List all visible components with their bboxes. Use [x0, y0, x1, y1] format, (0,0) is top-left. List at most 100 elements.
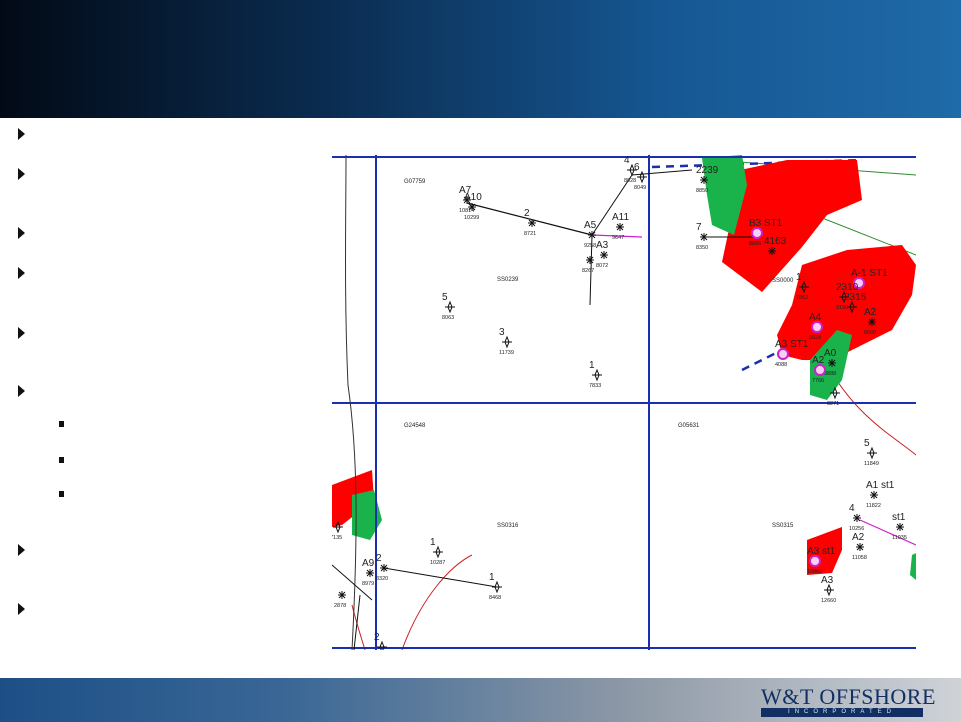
well-w_a9: 8267 — [582, 256, 594, 274]
well-path-7 — [353, 594, 361, 650]
bullet-1 — [18, 128, 25, 140]
block-label-b1: G07759 — [404, 179, 426, 185]
well-depth: 10299 — [464, 215, 479, 221]
well-name: 6 — [634, 162, 640, 173]
well-name: A11 — [612, 212, 629, 223]
well-path-6 — [383, 567, 498, 588]
well-diamond-icon — [445, 300, 455, 314]
well-w_a3: A3 8072 — [596, 240, 609, 269]
lease-map: G07759 SS0239 G24548 G05631 SS0316 SS0315 SS00… — [332, 155, 916, 650]
block-label-b7: SS0000 — [772, 278, 794, 284]
bullet-7 — [18, 544, 25, 556]
well-name: A-1 ST1 — [851, 268, 888, 279]
well-depth: 7833 — [589, 383, 601, 389]
well-w_1c: 1 10287 — [430, 537, 445, 566]
well-name: A9 — [362, 558, 375, 569]
well-name: 2 — [524, 208, 530, 219]
well-depth: 7766 — [812, 378, 824, 384]
well-name: A3 — [596, 240, 609, 251]
lease-green-4 — [910, 553, 916, 580]
well-depth: 8072 — [596, 263, 608, 269]
well-depth: 8721 — [524, 231, 536, 237]
well-star-icon — [528, 219, 536, 227]
well-diamond-icon — [492, 580, 502, 594]
well-name: 5 — [442, 292, 448, 303]
well-name: 3 — [499, 327, 505, 338]
well-name: A0 — [824, 348, 837, 359]
title-banner — [0, 0, 961, 118]
well-name: 2315 — [844, 292, 867, 303]
block-label-b6: SS0315 — [772, 523, 794, 529]
well-star-icon — [868, 318, 876, 326]
well-circle-icon — [809, 555, 821, 567]
well-w_2b: 2 8320 — [376, 553, 388, 582]
well-name: 2239 — [696, 165, 719, 176]
well-star-icon — [870, 491, 878, 499]
well-depth: 8049 — [634, 185, 646, 191]
well-w_3: 3 11739 — [499, 327, 514, 356]
well-name: B3 ST1 — [749, 218, 783, 229]
well-star-icon — [338, 591, 346, 599]
well-depth: 7135 — [332, 535, 342, 541]
well-name: A1 st1 — [866, 480, 895, 491]
well-depth: 11739 — [499, 350, 514, 356]
bullet-4 — [18, 267, 25, 279]
well-circle-icon — [777, 348, 789, 360]
well-name: A2 — [864, 307, 877, 318]
well-name: A2 — [852, 532, 865, 543]
bullet-3 — [18, 227, 25, 239]
well-depth: 11035 — [892, 535, 907, 541]
sub-bullet-2 — [59, 457, 64, 463]
well-depth: 8320 — [376, 576, 388, 582]
well-depth: 9258 — [584, 243, 596, 249]
well-w_1d: 1 8468 — [489, 572, 502, 601]
well-star-icon — [588, 231, 596, 239]
well-name: A3 st1 — [807, 546, 836, 557]
well-depth: 8979 — [362, 581, 374, 587]
well-depth: 8350 — [696, 245, 708, 251]
well-star-icon — [586, 256, 594, 264]
well-w_2878: 2878 — [334, 591, 346, 609]
bullet-6 — [18, 385, 25, 397]
well-depth: 4088 — [775, 362, 787, 368]
well-circle-icon — [811, 321, 823, 333]
well-star-icon — [366, 569, 374, 577]
well-depth: 9647 — [612, 235, 624, 241]
well-depth: 9150 — [836, 305, 848, 311]
well-star-icon — [856, 543, 864, 551]
well-depth: 7862 — [796, 295, 808, 301]
logo-subtitle: INCORPORATED — [761, 708, 923, 717]
well-name: st1 — [892, 512, 906, 523]
well-circle-icon — [814, 364, 826, 376]
well-paths — [332, 169, 762, 650]
well-depth: 11849 — [864, 461, 879, 467]
well-w_5b: 5 11849 — [864, 438, 879, 467]
bullet-2 — [18, 168, 25, 180]
well-depth: 8028 — [624, 178, 636, 184]
well-star-icon — [700, 176, 708, 184]
well-star-icon — [828, 359, 836, 367]
well-name: 1 — [489, 572, 495, 583]
well-depth: 10287 — [430, 560, 445, 566]
pipeline-red-3 — [401, 554, 473, 650]
well-depth: 8060 — [864, 330, 876, 336]
well-w_a2c: A2 11058 — [852, 532, 867, 561]
well-w_5: 5 8063 — [442, 292, 455, 321]
well-name: A3 — [821, 575, 834, 586]
well-star-icon — [768, 247, 776, 255]
well-w_4b: 410256 — [849, 503, 864, 532]
well-depth: 2878 — [334, 603, 346, 609]
title-rule — [0, 118, 961, 122]
company-logo: W&T OFFSHORE INCORPORATED — [761, 684, 935, 718]
well-star-icon — [896, 523, 904, 531]
well-name: 1 — [796, 272, 802, 283]
sub-bullet-3 — [59, 491, 64, 497]
sub-bullet-1 — [59, 421, 64, 427]
well-path-2 — [591, 169, 693, 236]
well-name: A10 — [464, 192, 482, 203]
well-name: 1 — [589, 360, 595, 371]
bullet-8 — [18, 603, 25, 615]
well-star-icon — [380, 564, 388, 572]
well-name: 4 — [849, 503, 855, 514]
bullet-5 — [18, 327, 25, 339]
